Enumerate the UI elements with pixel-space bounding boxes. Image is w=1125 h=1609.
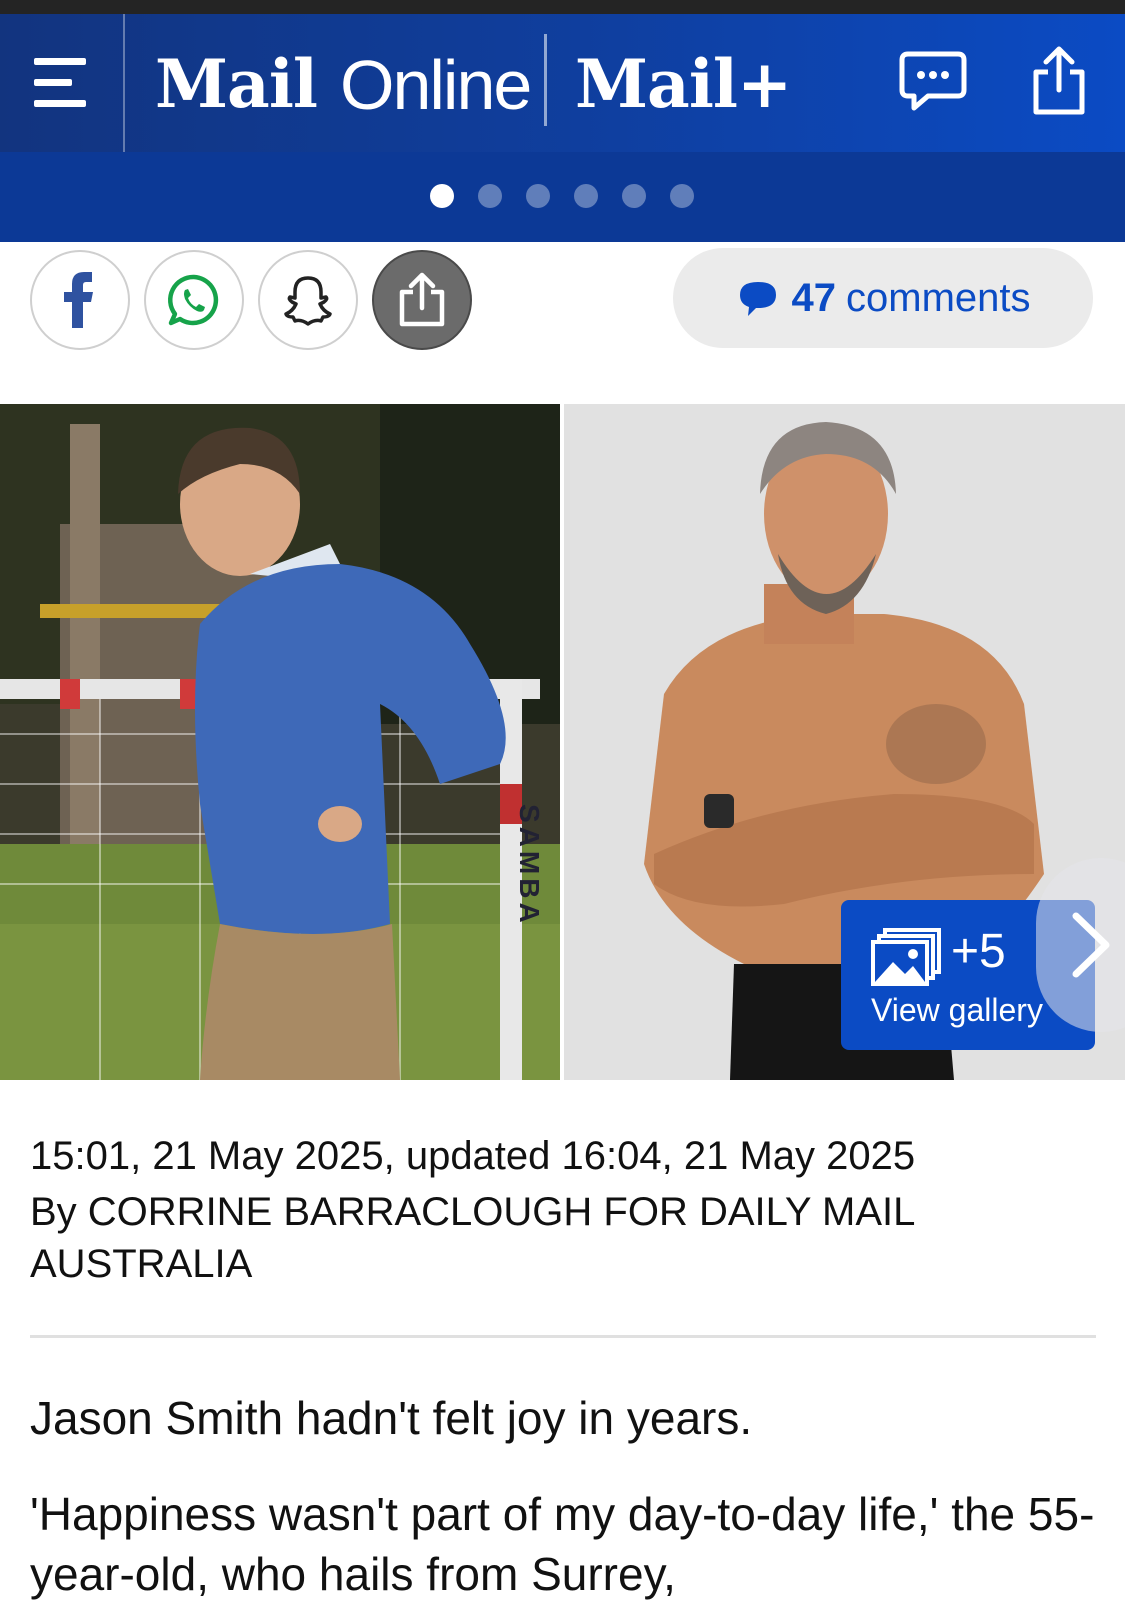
hamburger-menu-icon[interactable] — [30, 50, 90, 116]
comments-button[interactable]: 47 comments — [673, 248, 1093, 348]
comments-label: comments — [846, 275, 1031, 320]
logo-divider — [544, 34, 547, 126]
article-timestamp: 15:01, 21 May 2025, updated 16:04, 21 Ma… — [30, 1134, 916, 1178]
article-byline: By CORRINE BARRACLOUGH FOR DAILY MAIL AU… — [30, 1190, 914, 1286]
carousel-dot[interactable] — [574, 184, 598, 208]
content-divider — [30, 1335, 1096, 1338]
gallery-count: +5 — [951, 925, 1006, 978]
snapchat-icon — [284, 276, 332, 326]
article-meta: 15:01, 21 May 2025, updated 16:04, 21 Ma… — [30, 1128, 1090, 1290]
facebook-share-button[interactable] — [30, 250, 130, 350]
share-icon — [399, 272, 445, 327]
gallery-icon — [871, 928, 941, 986]
status-strip — [0, 0, 1125, 14]
next-image-button[interactable] — [1036, 858, 1125, 1032]
mailonline-logo-online[interactable]: Online — [340, 45, 532, 125]
top-navigation-bar: Mail Online Mail+ — [0, 14, 1125, 152]
speech-bubble-icon[interactable] — [898, 48, 968, 114]
photo-man-in-blue-sweater[interactable]: SAMBA — [0, 404, 560, 1080]
more-share-button[interactable] — [372, 250, 472, 350]
share-row: 47 comments — [0, 242, 1125, 362]
carousel-dots — [430, 184, 694, 208]
article-paragraph: 'Happiness wasn't part of my day-to-day … — [30, 1488, 1095, 1600]
comment-bubble-icon — [739, 282, 776, 316]
carousel-indicator-bar — [0, 152, 1125, 242]
snapchat-share-button[interactable] — [258, 250, 358, 350]
mailonline-logo-mail[interactable]: Mail — [155, 44, 318, 124]
view-gallery-label: View gallery — [871, 992, 1043, 1028]
article-paragraph: Jason Smith hadn't felt joy in years. — [30, 1392, 753, 1444]
chevron-right-icon — [1072, 912, 1110, 978]
goal-post-brand-text: SAMBA — [514, 804, 545, 927]
carousel-dot[interactable] — [526, 184, 550, 208]
share-icon[interactable] — [1028, 44, 1090, 118]
facebook-icon — [64, 272, 93, 328]
carousel-dot[interactable] — [622, 184, 646, 208]
carousel-dot[interactable] — [430, 184, 454, 208]
whatsapp-share-button[interactable] — [144, 250, 244, 350]
carousel-dot[interactable] — [670, 184, 694, 208]
mail-plus-logo[interactable]: Mail+ — [575, 44, 792, 124]
whatsapp-icon — [167, 274, 219, 326]
carousel-dot[interactable] — [478, 184, 502, 208]
header-divider — [123, 14, 125, 152]
comments-count: 47 — [791, 275, 837, 320]
